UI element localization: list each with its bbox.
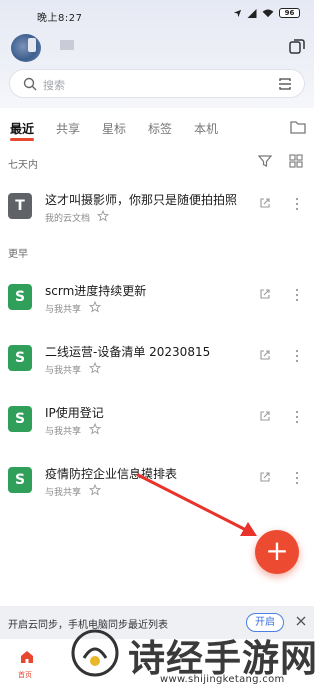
tab-local[interactable]: 本机 bbox=[194, 120, 218, 137]
star-icon[interactable] bbox=[89, 362, 101, 374]
file-title: 二线运营-设备清单 20230815 bbox=[45, 345, 211, 359]
status-bar: 晚上8:27 96 bbox=[0, 0, 314, 26]
filter-icon[interactable] bbox=[258, 154, 272, 168]
home-icon[interactable] bbox=[19, 649, 35, 665]
status-time: 晚上8:27 bbox=[37, 13, 83, 24]
signal-icon bbox=[247, 8, 257, 18]
file-subtitle: 与我共享 bbox=[45, 366, 82, 376]
grid-view-icon[interactable] bbox=[289, 154, 303, 168]
sheet-file-icon: S bbox=[8, 284, 32, 310]
file-title: 这才叫摄影师，你那只是随便拍拍照 bbox=[45, 193, 238, 207]
more-icon[interactable] bbox=[294, 197, 300, 211]
section-label-earlier: 更早 bbox=[8, 249, 28, 260]
section-label-recent: 七天内 bbox=[8, 160, 38, 171]
share-icon[interactable] bbox=[259, 410, 271, 422]
file-subtitle: 与我共享 bbox=[45, 427, 82, 437]
file-title: scrm进度持续更新 bbox=[45, 284, 147, 298]
scan-icon[interactable] bbox=[278, 77, 292, 91]
file-subtitle: 与我共享 bbox=[45, 305, 82, 315]
status-icons: 96 bbox=[233, 8, 300, 18]
more-icon[interactable] bbox=[294, 349, 300, 363]
search-placeholder: 搜索 bbox=[43, 79, 65, 92]
battery-icon: 96 bbox=[279, 8, 300, 18]
file-subtitle: 我的云文档 bbox=[45, 214, 91, 224]
share-icon[interactable] bbox=[259, 471, 271, 483]
folder-icon[interactable] bbox=[290, 120, 306, 134]
file-row[interactable]: S 二线运营-设备清单 20230815 与我共享 bbox=[0, 343, 314, 393]
star-icon[interactable] bbox=[89, 423, 101, 435]
share-icon[interactable] bbox=[259, 288, 271, 300]
tab-recent[interactable]: 最近 bbox=[10, 120, 34, 137]
star-icon[interactable] bbox=[89, 301, 101, 313]
close-icon[interactable] bbox=[295, 615, 307, 627]
create-button[interactable]: + bbox=[255, 530, 299, 574]
file-title: IP使用登记 bbox=[45, 406, 104, 420]
search-bar[interactable]: 搜索 bbox=[9, 69, 305, 98]
tab-bar: 最近 共享 星标 标签 本机 bbox=[0, 116, 314, 142]
tab-tags[interactable]: 标签 bbox=[148, 120, 172, 137]
multi-window-icon[interactable] bbox=[289, 38, 305, 54]
tab-shared[interactable]: 共享 bbox=[56, 120, 80, 137]
doc-file-icon: T bbox=[8, 193, 32, 219]
wifi-icon bbox=[262, 8, 274, 17]
avatar[interactable] bbox=[11, 34, 41, 62]
location-icon bbox=[233, 9, 242, 17]
file-title: 疫情防控企业信息摸排表 bbox=[45, 467, 178, 481]
file-subtitle: 与我共享 bbox=[45, 488, 82, 498]
file-row[interactable]: S IP使用登记 与我共享 bbox=[0, 404, 314, 454]
tab-starred[interactable]: 星标 bbox=[102, 120, 126, 137]
star-icon[interactable] bbox=[89, 484, 101, 496]
sheet-file-icon: S bbox=[8, 467, 32, 493]
sheet-file-icon: S bbox=[8, 406, 32, 432]
search-icon bbox=[23, 77, 37, 91]
sheet-file-icon: S bbox=[8, 345, 32, 371]
username-blurred bbox=[60, 40, 74, 50]
watermark-url: www.shijingketang.com bbox=[160, 674, 285, 685]
file-row[interactable]: S 疫情防控企业信息摸排表 与我共享 bbox=[0, 465, 314, 515]
share-icon[interactable] bbox=[259, 197, 271, 209]
more-icon[interactable] bbox=[294, 410, 300, 424]
watermark-logo bbox=[71, 629, 119, 677]
more-icon[interactable] bbox=[294, 288, 300, 302]
more-icon[interactable] bbox=[294, 471, 300, 485]
nav-home-label[interactable]: 首页 bbox=[18, 670, 32, 680]
file-row[interactable]: T 这才叫摄影师，你那只是随便拍拍照 我的云文档 bbox=[0, 191, 314, 241]
share-icon[interactable] bbox=[259, 349, 271, 361]
file-row[interactable]: S scrm进度持续更新 与我共享 bbox=[0, 282, 314, 332]
star-icon[interactable] bbox=[97, 210, 109, 222]
active-tab-indicator bbox=[10, 138, 34, 141]
